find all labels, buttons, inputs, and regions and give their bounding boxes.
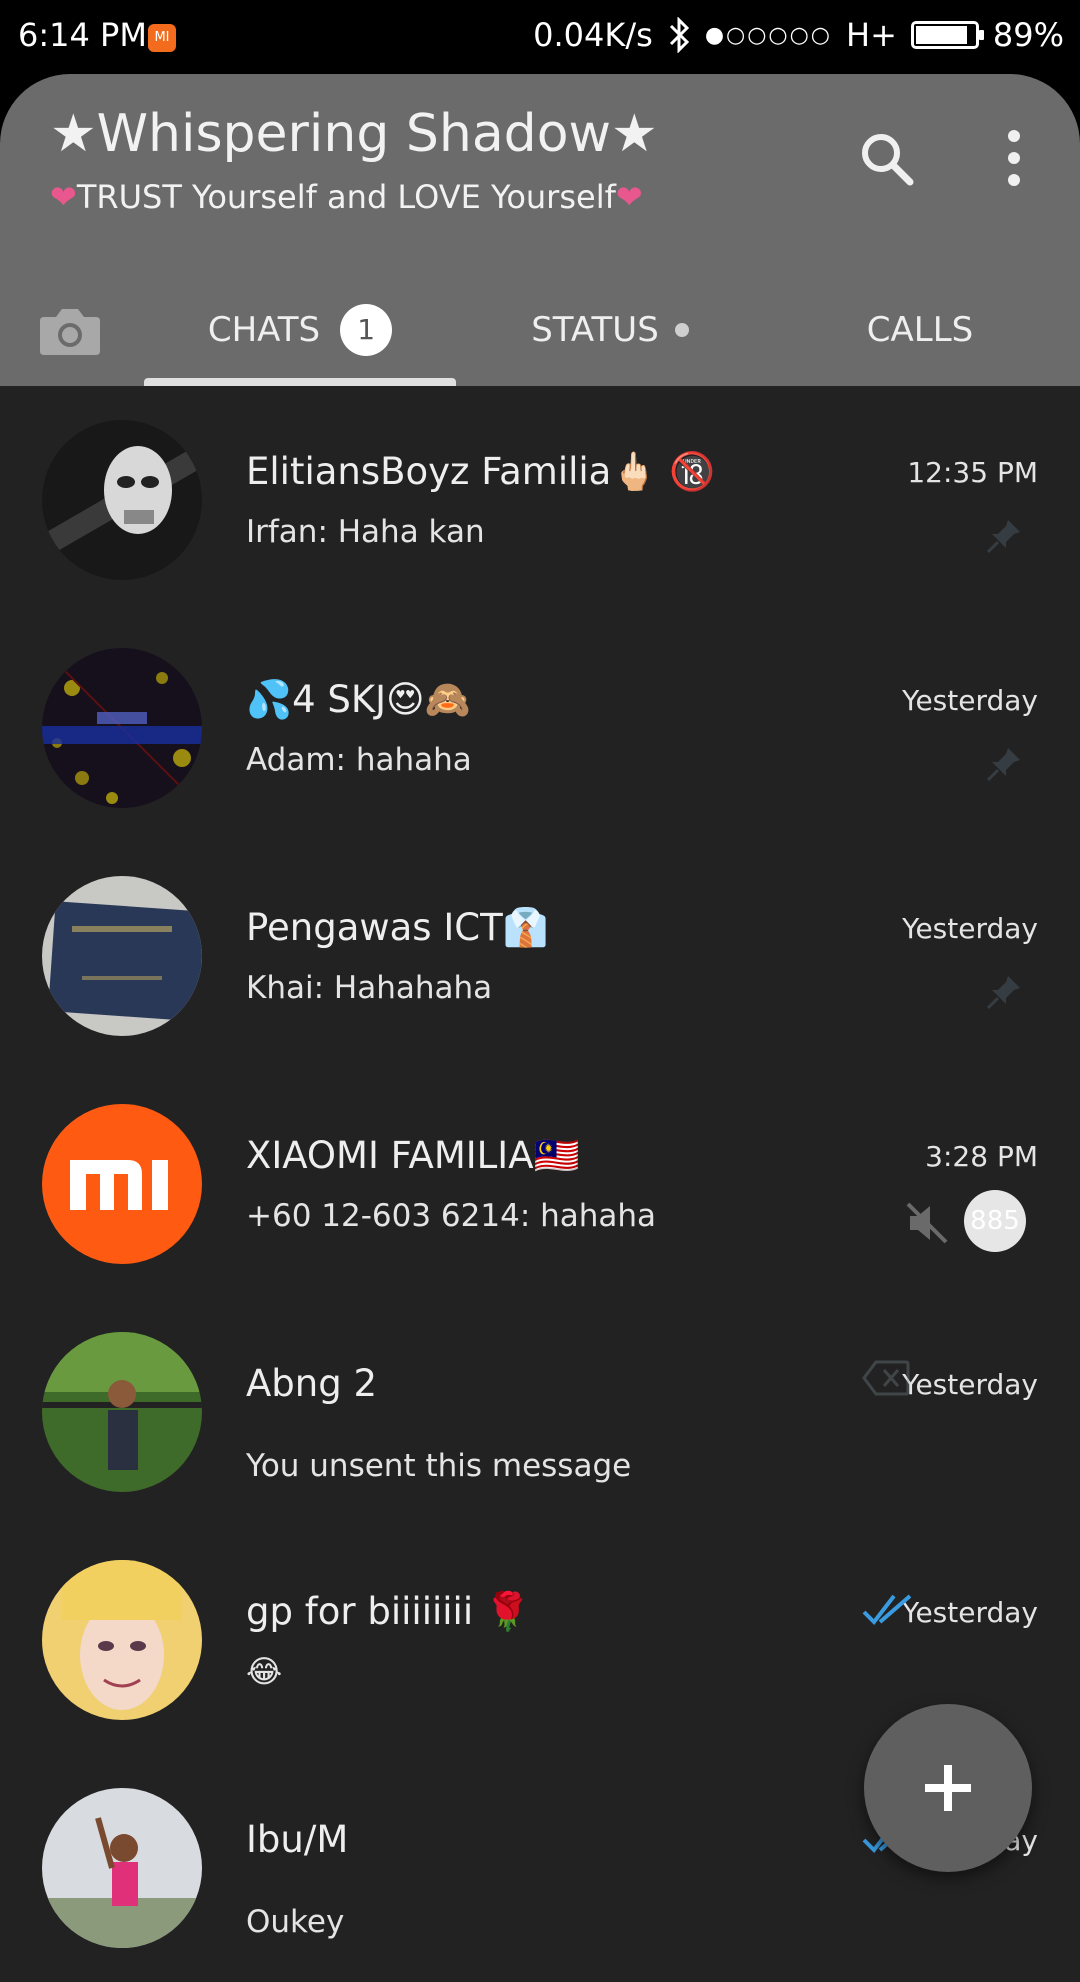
chat-time: 3:28 PM [925, 1140, 1038, 1173]
avatar[interactable] [42, 876, 202, 1036]
signal-strength: ●○○○○○ [704, 22, 832, 48]
new-chat-fab-button[interactable] [864, 1704, 1032, 1872]
chat-row[interactable]: 💦4 SKJ😍🙈 Adam: hahaha Yesterday [0, 614, 1080, 842]
chat-last-message: Irfan: Haha kan [246, 514, 485, 550]
avatar[interactable] [42, 1560, 202, 1720]
chat-row[interactable]: ElitiansBoyz Familia🖕🏻 🔞 Irfan: Haha kan… [0, 386, 1080, 614]
search-icon[interactable] [858, 130, 916, 188]
network-type: H+ [846, 16, 897, 54]
pin-icon [986, 520, 1020, 554]
child-avatar-image [42, 1788, 202, 1948]
chat-last-message: 😂 [246, 1654, 283, 1690]
tab-status[interactable]: STATUS [480, 274, 740, 386]
chat-last-message: +60 12-603 6214: hahaha [246, 1198, 657, 1234]
avatar[interactable] [42, 1788, 202, 1948]
net-speed: 0.04K/s [533, 16, 653, 54]
app-bar: ★Whispering Shadow★ ❤TRUST Yourself and … [0, 74, 1080, 386]
chat-time: Yesterday [902, 912, 1038, 945]
avatar[interactable] [42, 648, 202, 808]
chat-last-message: Oukey [246, 1904, 345, 1940]
heart-icon: ❤ [615, 178, 643, 216]
mi-notification-icon: MI [148, 24, 176, 52]
chat-name: 💦4 SKJ😍🙈 [246, 678, 471, 721]
chat-name: Pengawas ICT👔 [246, 906, 549, 949]
avatar[interactable] [42, 1104, 202, 1264]
avatar[interactable] [42, 420, 202, 580]
battery-icon [910, 21, 984, 49]
chat-last-message: Khai: Hahahaha [246, 970, 493, 1006]
plus-icon [925, 1765, 971, 1811]
pin-icon [986, 976, 1020, 1010]
tab-calls[interactable]: CALLS [790, 274, 1050, 386]
pin-icon [986, 748, 1020, 782]
chats-unread-badge: 1 [340, 304, 393, 356]
chat-row[interactable]: Abng 2 You unsent this message Yesterday [0, 1298, 1080, 1526]
mi-logo-avatar [42, 1104, 202, 1264]
chat-name: gp for biiiiiiii 🌹 [246, 1590, 531, 1633]
tab-chats-label: CHATS [207, 310, 321, 350]
chat-name: ElitiansBoyz Familia🖕🏻 🔞 [246, 450, 716, 493]
tab-status-label: STATUS [531, 310, 659, 350]
mute-icon [906, 1202, 948, 1244]
heart-icon: ❤ [50, 178, 77, 216]
battery-fill [915, 26, 968, 44]
anime-avatar-image [42, 1560, 202, 1720]
chat-name: XIAOMI FAMILIA🇲🇾 [246, 1134, 580, 1177]
battery-percent: 89% [992, 16, 1064, 54]
chat-time: Yesterday [902, 684, 1038, 717]
bluetooth-icon [669, 17, 689, 53]
active-tab-indicator [144, 378, 456, 386]
status-new-dot [674, 323, 689, 337]
chat-last-message: You unsent this message [246, 1448, 632, 1484]
chat-time: Yesterday [902, 1596, 1038, 1629]
chat-row[interactable]: XIAOMI FAMILIA🇲🇾 +60 12-603 6214: hahaha… [0, 1070, 1080, 1298]
chat-name: Abng 2 [246, 1362, 378, 1405]
chat-last-message: Adam: hahaha [246, 742, 472, 778]
subtitle-text: TRUST Yourself and LOVE Yourself [76, 178, 616, 216]
status-time: 6:14 PM [18, 16, 147, 54]
app-subtitle: ❤TRUST Yourself and LOVE Yourself❤ [50, 178, 643, 216]
status-right-group: 0.04K/s ●○○○○○ H+ 89% [533, 16, 1064, 54]
chat-row[interactable]: Pengawas ICT👔 Khai: Hahahaha Yesterday [0, 842, 1080, 1070]
chat-time: 12:35 PM [907, 456, 1038, 489]
avatar[interactable] [42, 1332, 202, 1492]
group-avatar-image [42, 648, 202, 808]
tab-camera[interactable] [30, 274, 110, 386]
app-title: ★Whispering Shadow★ [50, 104, 658, 164]
more-vertical-icon[interactable] [994, 128, 1034, 188]
double-tick-read-icon [862, 1594, 912, 1626]
mask-avatar-image [42, 420, 202, 580]
person-avatar-image [42, 1332, 202, 1492]
tab-chats[interactable]: CHATS 1 [144, 274, 456, 386]
chat-name: Ibu/M [246, 1818, 349, 1861]
tab-bar: CHATS 1 STATUS CALLS [0, 274, 1080, 386]
tab-calls-label: CALLS [866, 310, 974, 350]
camera-icon [40, 309, 100, 355]
unread-count-badge: 885 [964, 1190, 1026, 1252]
chat-time: Yesterday [902, 1368, 1038, 1401]
status-bar: 6:14 PM MI 0.04K/s ●○○○○○ H+ 89% [0, 0, 1080, 74]
certificate-avatar-image [42, 876, 202, 1036]
unsent-message-icon [862, 1360, 910, 1396]
